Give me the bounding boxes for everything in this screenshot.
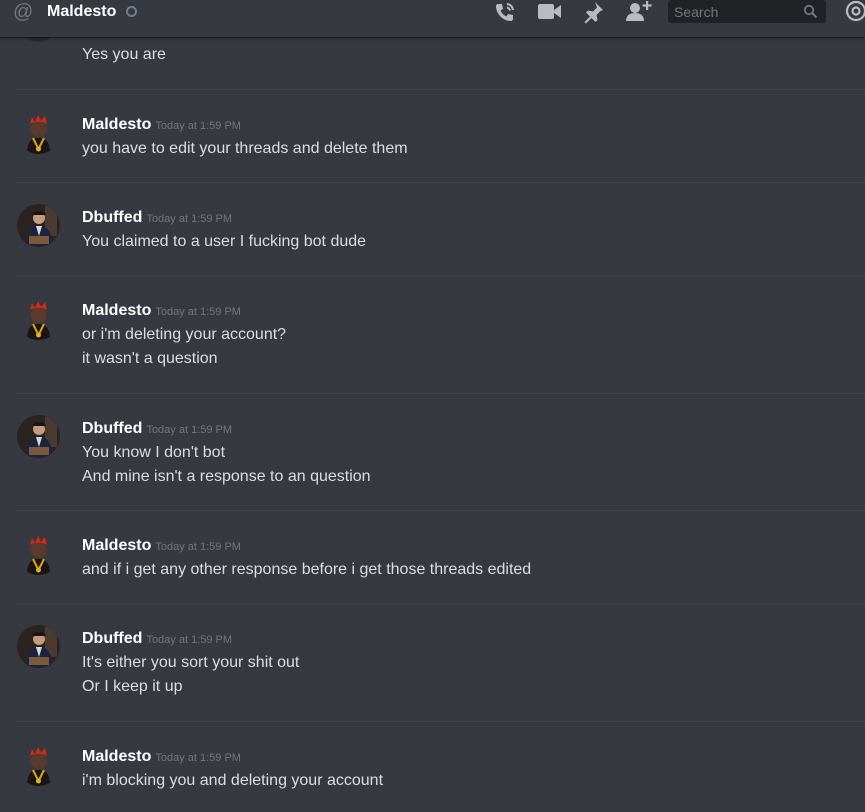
message-group: Dbuffed Today at 1:59 PM It's either you … xyxy=(16,603,865,721)
message-group: Dbuffed Today at 1:59 PM You claimed to a… xyxy=(16,182,865,275)
message-text: or i'm deleting your account? xyxy=(82,326,287,343)
video-icon[interactable] xyxy=(537,0,563,26)
username-text[interactable]: Maldesto xyxy=(82,537,151,554)
username-text[interactable]: Dbuffed xyxy=(82,209,142,226)
username-text[interactable]: Dbuffed xyxy=(82,420,142,437)
message-group: Maldesto Today at 1:59 PM and if i get an… xyxy=(16,510,865,603)
timestamp: Today at 1:59 PM xyxy=(155,120,241,132)
timestamp: Today at 1:59 PM xyxy=(146,424,233,436)
username[interactable]: Dbuffed Today at 1:59 PM xyxy=(82,629,232,650)
timestamp: Today at 1:59 PM xyxy=(155,306,241,318)
at-icon: @ xyxy=(13,1,34,23)
message-group: Dbuffed Today at 1:59 PM You know I don't… xyxy=(16,393,865,511)
message-text: You know I don't bot xyxy=(82,444,226,461)
maldesto-avatar[interactable] xyxy=(17,111,60,154)
timestamp: Today at 1:59 PM xyxy=(155,541,241,553)
call-icon[interactable] xyxy=(492,0,518,26)
username-text[interactable]: Maldesto xyxy=(82,116,151,133)
username[interactable]: Maldesto Today at 1:59 PM xyxy=(82,301,241,322)
maldesto-avatar[interactable] xyxy=(17,743,60,786)
username-text[interactable]: Maldesto xyxy=(82,748,151,765)
username[interactable]: Maldesto Today at 1:59 PM xyxy=(82,115,241,136)
status-offline-icon xyxy=(126,6,137,17)
timestamp: Today at 1:59 PM xyxy=(146,634,233,646)
partial-avatar[interactable] xyxy=(17,37,60,42)
username-text[interactable]: Maldesto xyxy=(82,302,151,319)
message-text: Yes you are xyxy=(82,46,166,63)
dbuffed-avatar[interactable] xyxy=(17,625,60,668)
maldesto-avatar[interactable] xyxy=(17,532,60,575)
username[interactable]: Maldesto Today at 1:59 PM xyxy=(82,747,241,768)
search-icon[interactable] xyxy=(803,4,818,19)
message-group: Maldesto Today at 1:59 PM you have to edi… xyxy=(16,89,865,182)
message-group: Maldesto Today at 1:59 PM or i'm deleting… xyxy=(16,275,865,393)
message-text: it wasn't a question xyxy=(82,350,218,367)
mention-icon[interactable] xyxy=(844,0,865,24)
dm-title[interactable]: Maldesto xyxy=(47,2,116,22)
maldesto-avatar[interactable] xyxy=(17,297,60,340)
username[interactable]: Maldesto Today at 1:59 PM xyxy=(82,536,241,557)
timestamp: Today at 1:59 PM xyxy=(155,752,241,764)
username-text[interactable]: Dbuffed xyxy=(82,630,142,647)
pin-icon[interactable] xyxy=(582,0,608,26)
chat-header: @ Maldesto xyxy=(0,0,865,37)
message-text: and if i get any other response before i… xyxy=(82,561,532,578)
message-text: It's either you sort your shit out xyxy=(82,654,300,671)
message-text: Or I keep it up xyxy=(82,678,183,695)
timestamp: Today at 1:59 PM xyxy=(146,213,233,225)
message-group: Maldesto Today at 1:59 PM i'm blocking yo… xyxy=(16,721,865,812)
message-text: you have to edit your threads and delete… xyxy=(82,140,408,157)
username[interactable]: Dbuffed Today at 1:59 PM xyxy=(82,419,232,440)
search-input[interactable] xyxy=(674,3,794,20)
message-text: And mine isn't a response to an question xyxy=(82,468,371,485)
add-user-icon[interactable] xyxy=(625,0,653,26)
message-text: i'm blocking you and deleting your accou… xyxy=(82,772,384,789)
dbuffed-avatar[interactable] xyxy=(17,415,60,458)
message-list[interactable]: Yes you are Maldesto Today at 1:59 PM you… xyxy=(0,37,865,812)
message-text: You claimed to a user I fucking bot dude xyxy=(82,233,367,250)
username[interactable]: Dbuffed Today at 1:59 PM xyxy=(82,208,232,229)
dbuffed-avatar[interactable] xyxy=(17,204,60,247)
